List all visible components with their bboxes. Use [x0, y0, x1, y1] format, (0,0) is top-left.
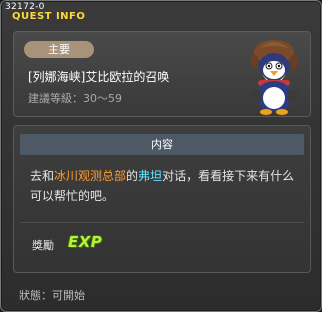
npc-highlight: 弗坦 — [138, 169, 163, 183]
quest-summary-card: 主要 [列娜海峡]艾比欧拉的召唤 建議等級：30～59 — [13, 31, 311, 117]
quest-description: 去和冰川观测总部的弗坦对话，看看接下来有什么可以帮忙的吧。 — [30, 166, 302, 206]
quest-name: [列娜海峡]艾比欧拉的召唤 — [28, 70, 170, 84]
quest-status: 狀態：可開始 — [19, 289, 85, 302]
description-text: 去和 — [30, 169, 55, 183]
quest-type-badge: 主要 — [24, 41, 94, 58]
penguin-explorer-npc-icon — [250, 40, 299, 115]
quest-info-window: 32172-0 QUEST INFO 主要 [列娜海峡]艾比欧拉的召唤 建議等級… — [0, 0, 322, 312]
exp-icon: EXP — [68, 233, 103, 251]
window-title: QUEST INFO — [12, 11, 86, 22]
location-highlight: 冰川观测总部 — [54, 169, 127, 183]
reward-divider — [20, 222, 304, 223]
content-header: 内容 — [20, 134, 304, 155]
quest-content-card: 内容 去和冰川观测总部的弗坦对话，看看接下来有什么可以帮忙的吧。 獎勵 EXP — [13, 125, 311, 273]
recommended-level: 建議等級：30～59 — [28, 92, 122, 105]
description-text: 的 — [126, 169, 139, 183]
reward-label: 獎勵 — [32, 239, 54, 252]
